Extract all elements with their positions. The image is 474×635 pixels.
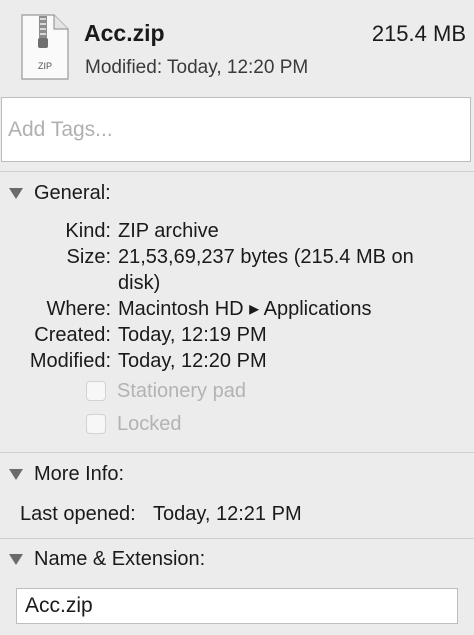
locked-label: Locked <box>117 412 182 435</box>
info-row-size: Size: 21,53,69,237 bytes (215.4 MB on di… <box>0 244 474 296</box>
more-info-section-toggle[interactable]: More Info: <box>9 461 124 487</box>
more-info-section-title: More Info: <box>34 462 125 485</box>
info-row-where: Where: Macintosh HD ▸ Applications <box>0 296 474 322</box>
divider <box>0 171 474 172</box>
modified-value: Today, 12:20 PM <box>118 350 267 372</box>
stationery-pad-label: Stationery pad <box>117 379 246 402</box>
where-value: Macintosh HD ▸ Applications <box>118 298 372 320</box>
disclosure-triangle-icon[interactable] <box>9 187 23 199</box>
divider <box>0 452 474 453</box>
disclosure-triangle-icon[interactable] <box>9 553 23 565</box>
file-header: ZIP Acc.zip 215.4 MB Modified: Today, 12… <box>0 0 474 95</box>
file-name: Acc.zip <box>84 20 165 46</box>
general-section-toggle[interactable]: General: <box>9 180 111 206</box>
info-row-kind: Kind: ZIP archive <box>0 218 474 244</box>
modified-label: Modified: <box>29 350 111 372</box>
created-value: Today, 12:19 PM <box>118 324 267 346</box>
last-opened-label: Last opened: <box>20 503 136 525</box>
created-label: Created: <box>34 324 111 346</box>
name-extension-section-toggle[interactable]: Name & Extension: <box>9 546 205 572</box>
file-size: 215.4 MB <box>371 21 466 46</box>
zip-file-icon: ZIP <box>20 14 70 80</box>
info-row-modified: Modified: Today, 12:20 PM <box>0 348 474 374</box>
last-opened-value: Today, 12:21 PM <box>153 503 302 525</box>
size-label: Size: <box>66 246 111 268</box>
zip-icon-label: ZIP <box>38 61 52 71</box>
kind-label: Kind: <box>65 220 111 242</box>
tags-input[interactable] <box>1 97 471 162</box>
stationery-pad-checkbox[interactable] <box>86 381 106 401</box>
info-row-created: Created: Today, 12:19 PM <box>0 322 474 348</box>
where-label: Where: <box>46 298 111 320</box>
name-extension-section-title: Name & Extension: <box>34 547 206 570</box>
stationery-pad-checkbox-row[interactable]: Stationery pad <box>86 378 246 404</box>
general-section-title: General: <box>34 181 111 204</box>
name-extension-input[interactable] <box>16 588 458 624</box>
size-value: 21,53,69,237 bytes (215.4 MB on disk) <box>118 246 414 294</box>
disclosure-triangle-icon[interactable] <box>9 468 23 480</box>
divider <box>0 538 474 539</box>
header-modified: Modified: Today, 12:20 PM <box>85 57 309 78</box>
locked-checkbox-row[interactable]: Locked <box>86 411 182 437</box>
locked-checkbox[interactable] <box>86 414 106 434</box>
kind-value: ZIP archive <box>118 220 219 242</box>
info-row-last-opened: Last opened: Today, 12:21 PM <box>0 501 474 527</box>
